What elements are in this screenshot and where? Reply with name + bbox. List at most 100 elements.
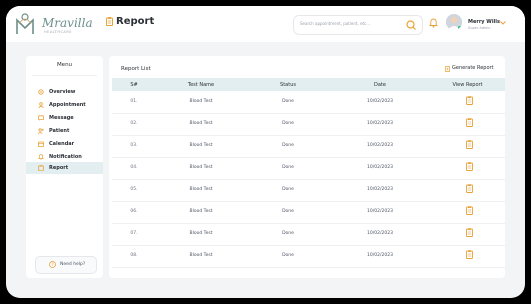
table-row[interactable]: 08. Blood Test Done 10/02/2023 <box>112 245 505 268</box>
cell-date: 10/02/2023 <box>367 231 393 236</box>
cell-sn: 02. <box>130 121 138 126</box>
cell-test-name: Blood Test <box>189 143 213 148</box>
cell-test-name: Blood Test <box>189 99 213 104</box>
message-icon <box>38 115 44 121</box>
user-icon <box>38 102 44 108</box>
cell-sn: 07. <box>130 231 138 236</box>
top-bar: Mravilla HEALTHCARE Report Search appoin… <box>6 6 525 42</box>
cell-date: 10/02/2023 <box>367 143 393 148</box>
cell-date: 10/02/2023 <box>367 253 393 258</box>
gear-icon <box>38 89 44 95</box>
cell-status: Done <box>282 143 294 148</box>
cell-status: Done <box>282 253 294 258</box>
brand-name: Mravilla <box>42 16 93 30</box>
bell-icon <box>38 154 44 160</box>
logo-mark-icon <box>16 13 34 34</box>
cell-date: 10/02/2023 <box>367 165 393 170</box>
brand-logo[interactable]: Mravilla HEALTHCARE <box>14 12 93 38</box>
report-panel: Report List Generate Report S# Test Name… <box>109 56 505 278</box>
sidebar-item-overview[interactable]: Overview <box>26 86 103 98</box>
sidebar-item-label: Report <box>49 165 69 171</box>
sidebar-item-label: Notification <box>49 154 82 160</box>
view-report-icon[interactable] <box>466 250 473 259</box>
sidebar-item-report[interactable]: Report <box>26 162 103 174</box>
table-row[interactable]: 03. Blood Test Done 10/02/2023 <box>112 135 505 158</box>
view-report-icon[interactable] <box>466 162 473 171</box>
cell-test-name: Blood Test <box>189 253 213 258</box>
cell-status: Done <box>282 231 294 236</box>
brand-tagline: HEALTHCARE <box>44 30 72 34</box>
cell-date: 10/02/2023 <box>367 99 393 104</box>
online-status-dot <box>458 26 462 30</box>
sidebar-item-message[interactable]: Message <box>26 112 103 124</box>
cell-sn: 04. <box>130 165 138 170</box>
table-row[interactable]: 07. Blood Test Done 10/02/2023 <box>112 223 505 246</box>
sidebar-item-label: Appointment <box>49 102 86 108</box>
sidebar-item-calendar[interactable]: Calendar <box>26 138 103 150</box>
view-report-icon[interactable] <box>466 118 473 127</box>
table-row[interactable]: 02. Blood Test Done 10/02/2023 <box>112 113 505 136</box>
document-plus-icon <box>445 66 450 72</box>
patient-icon <box>38 128 44 134</box>
column-header-sn: S# <box>130 82 138 88</box>
user-name[interactable]: Merry Wills <box>468 19 500 25</box>
avatar[interactable] <box>446 14 462 30</box>
sidebar: Menu Overview Appointment Message Patien… <box>26 56 103 278</box>
table-row[interactable]: 05. Blood Test Done 10/02/2023 <box>112 179 505 202</box>
sidebar-item-label: Calendar <box>49 141 75 147</box>
report-list-title: Report List <box>121 66 151 72</box>
page-title-text: Report <box>116 16 155 27</box>
cell-date: 10/02/2023 <box>367 187 393 192</box>
cell-date: 10/02/2023 <box>367 121 393 126</box>
column-header-view-report: View Report <box>452 82 483 88</box>
view-report-icon[interactable] <box>466 206 473 215</box>
search-placeholder: Search appointment, patient, etc... <box>300 21 371 26</box>
help-label: Need help? <box>60 262 86 267</box>
cell-test-name: Blood Test <box>189 165 213 170</box>
sidebar-item-appointment[interactable]: Appointment <box>26 99 103 111</box>
generate-report-button[interactable]: Generate Report <box>445 65 494 72</box>
view-report-icon[interactable] <box>466 228 473 237</box>
view-report-icon[interactable] <box>466 184 473 193</box>
cell-test-name: Blood Test <box>189 209 213 214</box>
clipboard-icon <box>38 165 44 171</box>
cell-sn: 01. <box>130 99 138 104</box>
table-row[interactable]: 01. Blood Test Done 10/02/2023 <box>112 91 505 114</box>
chevron-down-icon[interactable] <box>500 21 506 25</box>
generate-report-label: Generate Report <box>452 65 494 71</box>
sidebar-item-label: Overview <box>49 89 76 95</box>
search-input[interactable]: Search appointment, patient, etc... <box>293 15 423 35</box>
sidebar-item-label: Message <box>49 115 74 121</box>
view-report-icon[interactable] <box>466 96 473 105</box>
cell-sn: 06. <box>130 209 138 214</box>
cell-test-name: Blood Test <box>189 121 213 126</box>
cell-sn: 05. <box>130 187 138 192</box>
cell-date: 10/02/2023 <box>367 209 393 214</box>
column-header-status: Status <box>280 82 296 88</box>
cell-status: Done <box>282 121 294 126</box>
sidebar-divider <box>32 75 97 76</box>
column-header-test-name: Test Name <box>187 82 215 88</box>
cell-sn: 03. <box>130 143 138 148</box>
cell-test-name: Blood Test <box>189 187 213 192</box>
search-icon[interactable] <box>406 20 416 30</box>
cell-sn: 08. <box>130 253 138 258</box>
help-icon: ? <box>49 261 56 268</box>
table-row[interactable]: 06. Blood Test Done 10/02/2023 <box>112 201 505 224</box>
bell-icon[interactable] <box>429 18 438 28</box>
app-window: Mravilla HEALTHCARE Report Search appoin… <box>6 6 525 298</box>
sidebar-title: Menu <box>56 62 73 68</box>
cell-status: Done <box>282 187 294 192</box>
help-button[interactable]: ? Need help? <box>35 256 97 274</box>
sidebar-item-patient[interactable]: Patient <box>26 125 103 137</box>
column-header-date: Date <box>374 82 386 88</box>
user-role: Super Admin <box>468 26 491 30</box>
view-report-icon[interactable] <box>466 140 473 149</box>
calendar-icon <box>38 141 44 147</box>
clipboard-icon <box>106 17 113 26</box>
table-header: S# Test Name Status Date View Report <box>112 78 505 91</box>
page-title: Report <box>106 16 154 27</box>
table-row[interactable]: 04. Blood Test Done 10/02/2023 <box>112 157 505 180</box>
cell-status: Done <box>282 165 294 170</box>
cell-test-name: Blood Test <box>189 231 213 236</box>
